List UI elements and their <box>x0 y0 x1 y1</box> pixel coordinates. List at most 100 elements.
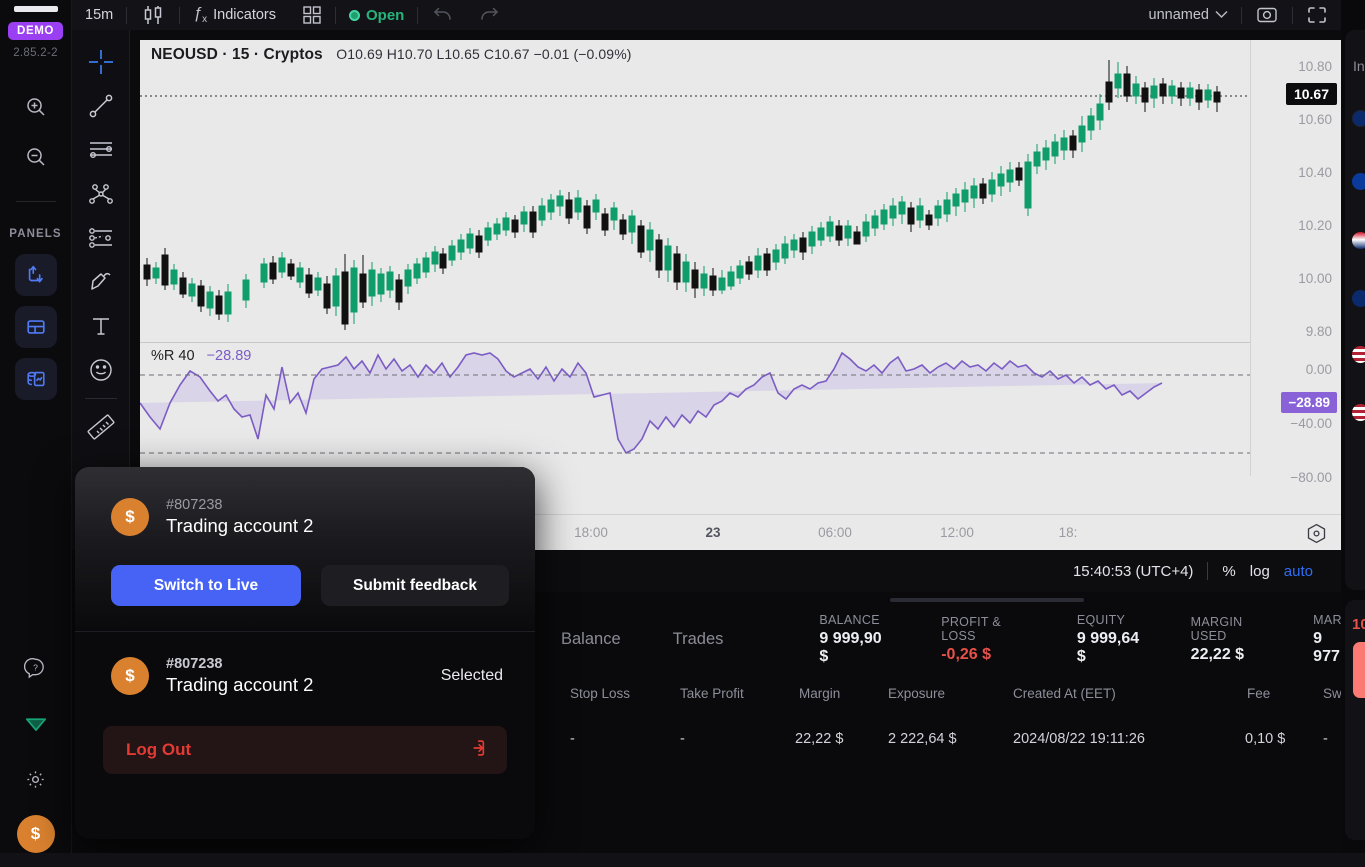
stat-profit-loss: PROFIT & LOSS -0,26 $ <box>941 615 1032 664</box>
sidebar-item-layout-panel[interactable] <box>14 306 57 348</box>
column-header[interactable]: Take Profit <box>680 686 744 701</box>
tab-balance[interactable]: Balance <box>535 630 647 649</box>
tab-trades[interactable]: Trades <box>647 630 750 649</box>
stat-value: 9 999,64 $ <box>1076 629 1140 665</box>
chart-legend: NEOUSD · 15 · Cryptos O10.69 H10.70 L10.… <box>151 46 632 64</box>
account-avatar: $ <box>111 657 149 695</box>
tools-divider <box>84 398 117 399</box>
text-tool[interactable] <box>80 304 122 348</box>
positions-table: Stop Loss Take Profit Margin Exposure Cr… <box>535 676 1365 796</box>
indicator-name-label: %R <box>151 348 175 364</box>
stat-value: 9 999,90 $ <box>819 629 882 665</box>
sidebar-item-data-panel[interactable] <box>14 358 57 400</box>
app-logo <box>13 6 58 12</box>
account-actions: Switch to Live Submit feedback <box>75 537 535 606</box>
fx-icon: ƒx <box>193 4 208 26</box>
status-dot-icon <box>349 9 360 21</box>
account-popup-header: $ #807238 Trading account 2 Switch to Li… <box>75 467 535 632</box>
sell-button[interactable] <box>1353 642 1365 698</box>
switch-to-live-button[interactable]: Switch to Live <box>111 565 301 606</box>
sidebar-item-trade-panel[interactable] <box>14 254 57 296</box>
x-tick: 12:00 <box>940 525 974 540</box>
williams-r-series <box>139 351 1250 455</box>
auto-scale-button[interactable]: auto <box>1284 563 1313 580</box>
camera-icon[interactable] <box>1242 0 1292 30</box>
submit-feedback-button[interactable]: Submit feedback <box>321 565 509 606</box>
indicator-pane[interactable]: %R 40 −28.89 <box>139 342 1250 476</box>
x-tick: 23 <box>705 525 721 540</box>
layout-name-dropdown[interactable]: unnamed <box>1136 0 1241 30</box>
chart-ohlc-label: O10.69 H10.70 L10.65 C10.67 −0.01 (−0.09… <box>336 46 632 62</box>
account-avatar[interactable]: $ <box>16 815 55 853</box>
pattern-tool[interactable] <box>80 216 122 260</box>
indicator-period-label: 40 <box>178 348 195 364</box>
stat-balance: BALANCE 9 999,90 $ <box>819 613 889 666</box>
account-id: #807238 <box>166 656 223 672</box>
logout-button[interactable]: Log Out <box>103 726 507 774</box>
percent-scale-button[interactable]: % <box>1222 563 1235 580</box>
grid-layout-icon[interactable] <box>289 0 335 30</box>
order-panel[interactable]: 10 <box>1345 600 1365 840</box>
price-pane[interactable]: NEOUSD · 15 · Cryptos O10.69 H10.70 L10.… <box>140 40 1250 340</box>
table-cell: - <box>680 731 685 747</box>
instruments-panel[interactable]: In <box>1345 30 1365 590</box>
chart-status-bar: 15:40:53 (UTC+4) % log auto <box>535 550 1341 592</box>
connection-icon[interactable] <box>16 703 56 743</box>
market-status-badge[interactable]: Open <box>336 0 417 30</box>
log-scale-button[interactable]: log <box>1250 563 1270 580</box>
indicators-button[interactable]: ƒx Indicators <box>180 0 289 30</box>
indicator-legend: %R 40 −28.89 <box>151 348 251 364</box>
account-list: $ #807238 Trading account 2 Selected Log… <box>75 632 535 774</box>
account-id: #807238 <box>166 497 223 513</box>
trading-platform-window: DEMO 2.85.2-2 PANELS ? $ 15m ƒx Indicato… <box>0 0 1365 867</box>
x-tick: 06:00 <box>818 525 852 540</box>
fullscreen-icon[interactable] <box>1293 0 1341 30</box>
indicator-y-tick: −80.00 <box>1290 470 1332 485</box>
stat-margin-used: MARGIN USED 22,22 $ <box>1191 615 1276 664</box>
redo-icon[interactable] <box>466 0 514 30</box>
column-header[interactable]: Margin <box>799 686 840 701</box>
layout-name-label: unnamed <box>1148 7 1209 23</box>
y-tick: 10.00 <box>1298 271 1332 286</box>
horizontal-lines-tool[interactable] <box>80 128 122 172</box>
stat-label: EQUITY <box>1076 612 1126 627</box>
panel-resize-handle[interactable] <box>890 598 1084 602</box>
account-popup: $ #807238 Trading account 2 Switch to Li… <box>75 467 535 839</box>
chevron-down-icon <box>1215 7 1228 23</box>
gear-icon[interactable] <box>16 759 56 799</box>
zoom-out-icon[interactable] <box>16 137 56 177</box>
emoji-tool[interactable] <box>80 348 122 392</box>
y-tick: 10.80 <box>1298 59 1332 74</box>
candles-icon[interactable] <box>127 0 179 30</box>
brush-tool[interactable] <box>80 260 122 304</box>
chart-settings-icon[interactable] <box>1306 523 1327 549</box>
y-tick: 10.40 <box>1298 165 1332 180</box>
crosshair-tool[interactable] <box>80 40 122 84</box>
table-cell: 0,10 $ <box>1245 731 1286 747</box>
flag-icon-au <box>1352 290 1365 307</box>
logout-icon <box>465 737 487 764</box>
market-status-label: Open <box>366 6 405 24</box>
column-header[interactable]: Exposure <box>888 686 945 701</box>
indicator-value-badge: −28.89 <box>1281 392 1337 413</box>
list-item[interactable]: $ #807238 Trading account 2 Selected <box>75 656 535 696</box>
measure-tool[interactable] <box>80 405 122 449</box>
trend-line-tool[interactable] <box>80 84 122 128</box>
column-header[interactable]: Fee <box>1247 686 1270 701</box>
help-icon[interactable]: ? <box>16 647 56 687</box>
version-label: 2.85.2-2 <box>13 47 58 59</box>
table-cell: 22,22 $ <box>795 731 844 747</box>
column-header[interactable]: Stop Loss <box>570 686 630 701</box>
flag-icon-eu <box>1352 173 1365 190</box>
price-axis[interactable]: 10.80 10.67 10.60 10.40 10.20 10.00 9.80… <box>1250 40 1341 485</box>
candlestick-series <box>140 60 1250 330</box>
top-toolbar: 15m ƒx Indicators Open unnamed <box>72 0 1341 30</box>
os-taskbar <box>0 853 1365 867</box>
sell-price-label: 10 <box>1352 616 1365 633</box>
pitchfork-tool[interactable] <box>80 172 122 216</box>
zoom-in-icon[interactable] <box>16 87 56 127</box>
selected-badge: Selected <box>440 667 503 684</box>
timeframe-selector[interactable]: 15m <box>72 0 126 30</box>
column-header[interactable]: Created At (EET) <box>1013 686 1116 701</box>
undo-icon[interactable] <box>418 0 466 30</box>
